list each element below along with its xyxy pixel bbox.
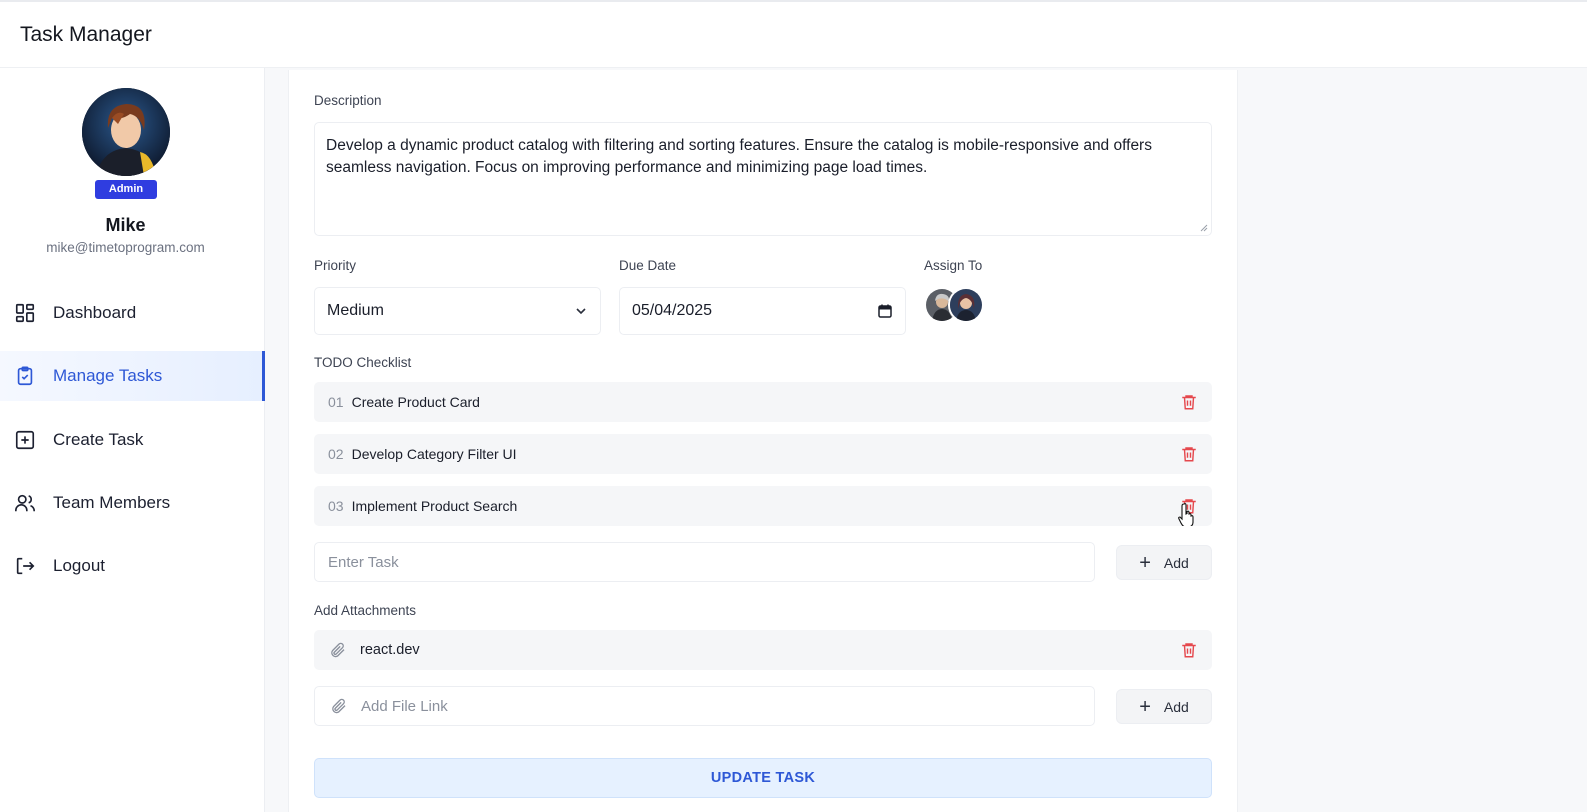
- priority-value: Medium: [327, 302, 384, 319]
- hand-cursor-icon: [1178, 503, 1194, 526]
- todo-text: Implement Product Search: [351, 498, 518, 514]
- app-title: Task Manager: [20, 23, 152, 46]
- sidebar-item-logout[interactable]: Logout: [0, 541, 265, 591]
- todo-checklist-label: TODO Checklist: [314, 355, 412, 370]
- attachment-text: react.dev: [360, 642, 420, 658]
- task-input-placeholder: Enter Task: [328, 553, 399, 571]
- due-date-label: Due Date: [619, 258, 677, 273]
- role-badge: Admin: [95, 180, 157, 199]
- assignee-avatars[interactable]: [924, 287, 994, 325]
- resize-grip-icon[interactable]: [1200, 224, 1208, 232]
- file-link-input[interactable]: Add File Link: [314, 686, 1095, 726]
- task-input[interactable]: Enter Task: [314, 542, 1095, 582]
- file-link-placeholder: Add File Link: [361, 697, 448, 715]
- priority-label: Priority: [314, 258, 357, 273]
- update-task-button[interactable]: UPDATE TASK: [314, 758, 1212, 798]
- todo-number: 01: [328, 394, 344, 410]
- user-email: mike@timetoprogram.com: [46, 240, 205, 255]
- attachments-label: Add Attachments: [314, 603, 417, 618]
- add-task-button[interactable]: + Add: [1116, 545, 1212, 580]
- assign-to-label: Assign To: [924, 258, 983, 273]
- todo-number: 03: [328, 498, 344, 514]
- sidebar-item-label: Manage Tasks: [53, 366, 163, 385]
- trash-icon[interactable]: [1180, 445, 1198, 463]
- paperclip-icon: [329, 641, 347, 659]
- priority-select[interactable]: Medium: [314, 287, 601, 335]
- calendar-icon[interactable]: [877, 303, 893, 319]
- clipboard-check-icon: [14, 365, 36, 387]
- list-item: 01 Create Product Card: [314, 382, 1212, 422]
- chevron-down-icon: [576, 308, 586, 315]
- description-textarea[interactable]: Develop a dynamic product catalog with f…: [314, 122, 1212, 236]
- user-name: Mike: [105, 215, 146, 235]
- sidebar-item-manage-tasks[interactable]: Manage Tasks: [0, 351, 265, 401]
- add-attachment-button[interactable]: + Add: [1116, 689, 1212, 724]
- square-plus-icon: [14, 429, 36, 451]
- sidebar-item-label: Dashboard: [53, 303, 137, 322]
- todo-text: Develop Category Filter UI: [351, 446, 517, 462]
- add-button-label: Add: [1163, 698, 1189, 715]
- sidebar-item-dashboard[interactable]: Dashboard: [0, 288, 265, 338]
- top-bar: Task Manager: [0, 0, 1587, 68]
- task-form-card: Description Develop a dynamic product ca…: [288, 70, 1238, 812]
- trash-icon[interactable]: [1180, 641, 1198, 659]
- avatar: [82, 88, 170, 176]
- due-date-input[interactable]: 05/04/2025: [619, 287, 906, 335]
- sidebar-item-label: Logout: [53, 556, 105, 575]
- list-item: 02 Develop Category Filter UI: [314, 434, 1212, 474]
- list-item: 03 Implement Product Search: [314, 486, 1212, 526]
- todo-number: 02: [328, 446, 344, 462]
- description-label: Description: [314, 93, 382, 108]
- sidebar-item-label: Create Task: [53, 430, 144, 449]
- description-text: Develop a dynamic product catalog with f…: [326, 137, 1152, 176]
- sidebar-item-team-members[interactable]: Team Members: [0, 478, 265, 528]
- users-icon: [14, 492, 36, 514]
- paperclip-icon: [330, 697, 348, 715]
- todo-text: Create Product Card: [351, 394, 480, 410]
- due-date-value: 05/04/2025: [632, 302, 713, 319]
- add-button-label: Add: [1163, 554, 1189, 571]
- avatar: [948, 287, 984, 323]
- list-item: react.dev: [314, 630, 1212, 670]
- trash-icon[interactable]: [1180, 393, 1198, 411]
- sidebar: Admin Mike mike@timetoprogram.com Dashbo…: [0, 68, 265, 812]
- dashboard-icon: [14, 302, 36, 324]
- logout-icon: [14, 555, 36, 577]
- plus-icon: +: [1139, 551, 1151, 574]
- sidebar-item-label: Team Members: [53, 493, 171, 512]
- plus-icon: +: [1139, 695, 1151, 718]
- sidebar-item-create-task[interactable]: Create Task: [0, 415, 265, 465]
